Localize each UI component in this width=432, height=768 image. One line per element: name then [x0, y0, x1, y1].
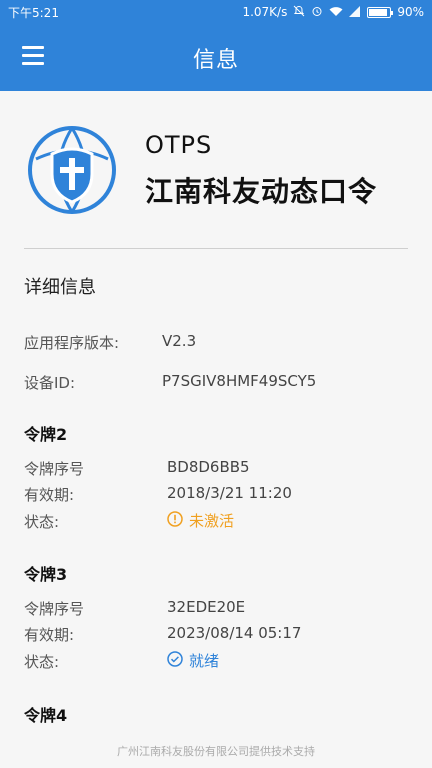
battery-fill — [369, 8, 388, 16]
token-title: 令牌3 — [24, 565, 68, 584]
device-id-value: P7SGIV8HMF49SCY5 — [162, 372, 317, 390]
mute-bell-icon — [293, 5, 305, 19]
token-title: 令牌2 — [24, 425, 68, 444]
signal-icon — [349, 5, 361, 19]
shield-globe-logo-icon — [26, 124, 118, 216]
battery-percent: 90% — [397, 5, 424, 19]
footer-text: 广州江南科友股份有限公司提供技术支持 — [117, 745, 315, 758]
app-name: OTPS — [145, 131, 213, 159]
token-status-label: 状态: — [24, 653, 60, 671]
app-bar: 信息 — [0, 24, 432, 91]
token-status-value: 就绪 — [189, 652, 220, 670]
divider — [24, 248, 408, 249]
token-expiry-label: 有效期: — [24, 486, 75, 504]
warning-circle-icon — [167, 510, 183, 531]
battery-icon — [367, 6, 394, 18]
app-version-label: 应用程序版本: — [24, 334, 120, 352]
status-bar: 下午5:21 1.07K/s 90% — [0, 0, 432, 24]
wifi-icon — [329, 6, 343, 19]
token-expiry-value: 2018/3/21 11:20 — [167, 484, 292, 502]
token-status: 就绪 — [167, 650, 219, 671]
device-id-label: 设备ID: — [24, 374, 76, 392]
token-status-label: 状态: — [24, 513, 60, 531]
network-speed: 1.07K/s — [242, 5, 288, 19]
status-icons: 1.07K/s 90% — [242, 5, 424, 19]
check-circle-icon — [167, 650, 183, 671]
token-serial-label: 令牌序号 — [24, 600, 85, 618]
token-expiry-value: 2023/08/14 05:17 — [167, 624, 302, 642]
token-serial-value: BD8D6BB5 — [167, 458, 250, 476]
token-status: 未激活 — [167, 510, 234, 531]
token-serial-label: 令牌序号 — [24, 460, 85, 478]
app-version-value: V2.3 — [162, 332, 197, 350]
status-time: 下午5:21 — [8, 5, 59, 20]
page-title: 信息 — [192, 48, 239, 73]
alarm-icon — [311, 5, 323, 19]
token-serial-value: 32EDE20E — [167, 598, 246, 616]
details-title: 详细信息 — [24, 277, 96, 298]
company-name: 江南科友动态口令 — [145, 175, 378, 208]
token-status-value: 未激活 — [189, 512, 235, 530]
token-expiry-label: 有效期: — [24, 626, 75, 644]
token-title: 令牌4 — [24, 706, 68, 725]
